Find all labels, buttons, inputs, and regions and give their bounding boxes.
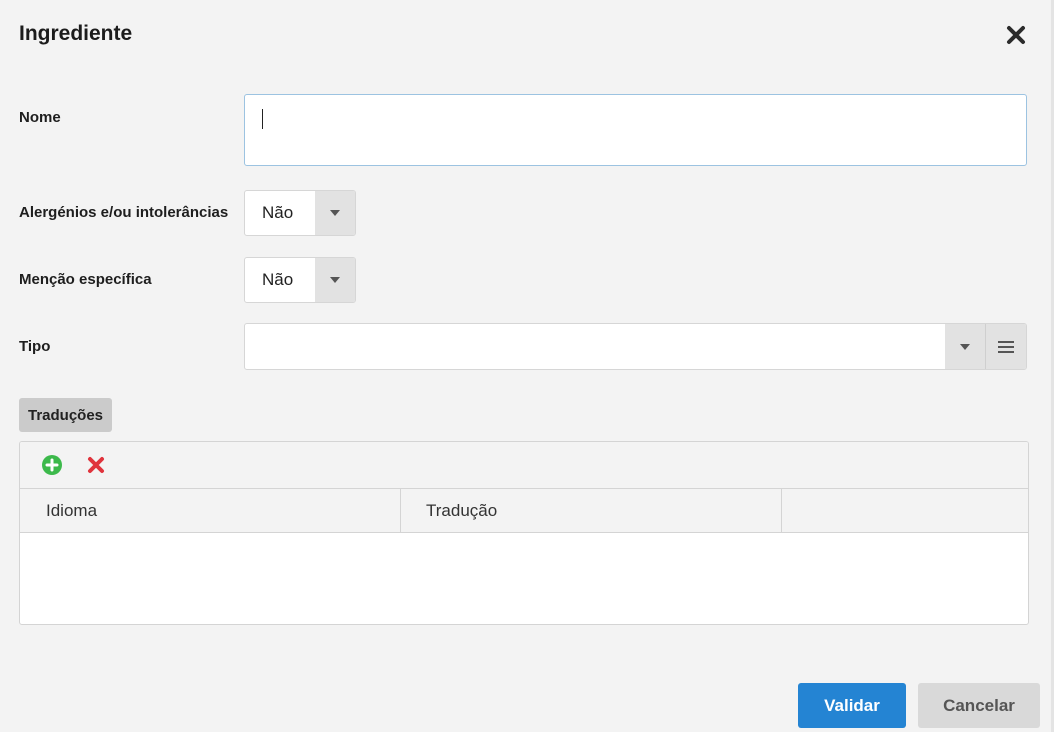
add-translation-button[interactable]	[41, 455, 62, 476]
list-icon	[998, 340, 1014, 343]
alergenios-dropdown-button[interactable]	[315, 191, 355, 235]
chevron-down-icon	[330, 210, 340, 216]
alergenios-value: Não	[262, 203, 294, 222]
mencao-value: Não	[262, 270, 294, 289]
alergenios-label: Alergénios e/ou intolerâncias	[19, 204, 229, 221]
text-cursor	[262, 109, 263, 129]
translations-grid: Idioma Tradução	[19, 441, 1029, 625]
column-header-traducao[interactable]: Tradução	[401, 489, 782, 532]
tipo-select[interactable]	[244, 323, 1027, 370]
nome-input[interactable]	[244, 94, 1027, 166]
mencao-label: Menção específica	[19, 271, 152, 288]
cancel-button[interactable]: Cancelar	[918, 683, 1040, 728]
nome-label: Nome	[19, 109, 61, 126]
tipo-value[interactable]	[245, 324, 945, 369]
dialog-title: Ingrediente	[19, 22, 133, 45]
add-circle-icon	[41, 455, 62, 475]
close-button[interactable]	[1003, 22, 1029, 48]
tipo-list-button[interactable]	[986, 324, 1026, 369]
delete-translation-button[interactable]	[85, 455, 106, 476]
mencao-select[interactable]: Não	[244, 257, 356, 303]
chevron-down-icon	[960, 343, 970, 350]
grid-header: Idioma Tradução	[20, 489, 1028, 533]
grid-toolbar	[20, 442, 1028, 489]
mencao-dropdown-button[interactable]	[315, 258, 355, 302]
tipo-dropdown-button[interactable]	[945, 324, 986, 369]
alergenios-select[interactable]: Não	[244, 190, 356, 236]
tipo-label: Tipo	[19, 338, 51, 355]
column-header-idioma[interactable]: Idioma	[20, 489, 401, 532]
validate-button[interactable]: Validar	[798, 683, 906, 728]
delete-x-icon	[87, 457, 104, 473]
column-header-empty	[782, 489, 1028, 532]
close-icon	[1007, 26, 1025, 44]
chevron-down-icon	[330, 277, 340, 283]
tab-traducoes[interactable]: Traduções	[19, 398, 112, 432]
